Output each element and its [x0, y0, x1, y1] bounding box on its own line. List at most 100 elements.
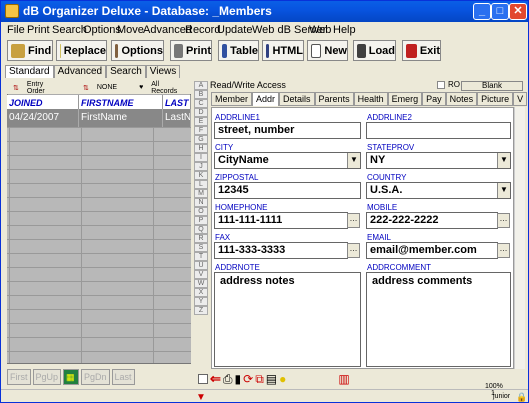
alpha-index-e[interactable]: E: [194, 117, 208, 126]
calendar-icon[interactable]: ▤: [266, 372, 277, 386]
more-button[interactable]: …: [347, 243, 360, 258]
fax-field[interactable]: 111-333-3333: [214, 242, 348, 259]
pgdn-button[interactable]: PgDn: [81, 369, 110, 385]
replace-button[interactable]: Replace: [56, 40, 107, 61]
menu-move[interactable]: Move: [117, 24, 144, 36]
sort-none[interactable]: ⇅ NONE: [77, 84, 123, 92]
mobile-field[interactable]: 222-222-2222: [366, 212, 498, 229]
tab-parents[interactable]: Parents: [314, 92, 354, 106]
chevron-down-icon[interactable]: ▼: [347, 153, 360, 168]
tab-addr[interactable]: Addr: [252, 92, 280, 106]
close-button[interactable]: ✕: [509, 3, 527, 20]
last-button[interactable]: Last: [111, 369, 135, 385]
minimize-button[interactable]: _: [473, 3, 491, 20]
select-checkbox[interactable]: [198, 374, 208, 384]
alpha-index-h[interactable]: H: [194, 144, 208, 153]
addrcomment-textarea[interactable]: address comments: [366, 272, 511, 367]
tab-notes[interactable]: Notes: [445, 92, 478, 106]
tab-health[interactable]: Health: [353, 92, 388, 106]
country-field[interactable]: U.S.A.: [366, 182, 511, 199]
alpha-index-y[interactable]: Y: [194, 297, 208, 306]
addrline1-field[interactable]: street, number: [214, 122, 361, 139]
alpha-index-m[interactable]: M: [194, 189, 208, 198]
form-scrollbar[interactable]: [514, 107, 525, 369]
alpha-index-j[interactable]: J: [194, 162, 208, 171]
alpha-index-k[interactable]: K: [194, 171, 208, 180]
tab-emerg[interactable]: Emerg: [387, 92, 423, 106]
state-field[interactable]: NY: [366, 152, 511, 169]
alpha-index-c[interactable]: C: [194, 99, 208, 108]
alpha-index-t[interactable]: T: [194, 252, 208, 261]
menu-help[interactable]: Help: [333, 24, 356, 36]
tab-v[interactable]: V: [513, 92, 528, 106]
alpha-index-p[interactable]: P: [194, 216, 208, 225]
report-icon[interactable]: ▥: [338, 372, 349, 386]
new-button[interactable]: New: [307, 40, 348, 61]
alpha-index-n[interactable]: N: [194, 198, 208, 207]
ro-checkbox[interactable]: [437, 81, 445, 89]
alpha-index-s[interactable]: S: [194, 243, 208, 252]
menu-update[interactable]: Update: [217, 24, 252, 36]
load-button[interactable]: Load: [353, 40, 396, 61]
menu-search[interactable]: Search: [52, 24, 87, 36]
chevron-down-icon[interactable]: ▼: [497, 183, 510, 198]
filter-all-records[interactable]: ♥ All Records: [133, 81, 191, 95]
tab-standard[interactable]: Standard: [5, 65, 54, 78]
alpha-index-r[interactable]: R: [194, 234, 208, 243]
menu-file[interactable]: File: [7, 24, 25, 36]
first-button[interactable]: First: [7, 369, 31, 385]
menu-record[interactable]: Record: [185, 24, 220, 36]
find-button[interactable]: Find: [7, 40, 53, 61]
pgup-button[interactable]: PgUp: [32, 369, 62, 385]
print-button[interactable]: Print: [170, 40, 212, 61]
alpha-index-i[interactable]: I: [194, 153, 208, 162]
alpha-index-x[interactable]: X: [194, 288, 208, 297]
lightbulb-icon[interactable]: ●: [279, 372, 286, 386]
menu-options[interactable]: Options: [83, 24, 121, 36]
more-button[interactable]: …: [497, 213, 510, 228]
alpha-index-d[interactable]: D: [194, 108, 208, 117]
copy-icon[interactable]: ⧉: [255, 372, 264, 387]
tab-member[interactable]: Member: [211, 92, 253, 106]
tab-advanced[interactable]: Advanced: [53, 65, 107, 78]
column-lastname[interactable]: LAST: [163, 95, 191, 109]
table-row[interactable]: 04/24/2007 FirstName LastN: [7, 109, 191, 127]
arrow-left-icon[interactable]: ⇐: [210, 371, 221, 387]
homephone-field[interactable]: 111-111-1111: [214, 212, 348, 229]
tab-views[interactable]: Views: [145, 65, 181, 78]
alpha-index-v[interactable]: V: [194, 270, 208, 279]
tab-search[interactable]: Search: [106, 65, 146, 78]
chevron-down-icon[interactable]: ▼: [497, 153, 510, 168]
maximize-button[interactable]: □: [491, 3, 509, 20]
options-button[interactable]: Options: [111, 40, 164, 61]
addrline2-field[interactable]: [366, 122, 511, 139]
tab-pay[interactable]: Pay: [422, 92, 446, 106]
alpha-index-g[interactable]: G: [194, 135, 208, 144]
tab-details[interactable]: Details: [279, 92, 315, 106]
alpha-index-u[interactable]: U: [194, 261, 208, 270]
trash-icon[interactable]: ▮: [235, 372, 242, 386]
exit-button[interactable]: Exit: [402, 40, 441, 61]
column-firstname[interactable]: FIRSTNAME: [79, 95, 163, 109]
city-field[interactable]: CityName: [214, 152, 361, 169]
more-button[interactable]: …: [347, 213, 360, 228]
alpha-index-w[interactable]: W: [194, 279, 208, 288]
alpha-index-f[interactable]: F: [194, 126, 208, 135]
more-button[interactable]: …: [497, 243, 510, 258]
alpha-index-l[interactable]: L: [194, 180, 208, 189]
menu-print[interactable]: Print: [27, 24, 50, 36]
html-button[interactable]: HTML: [262, 40, 304, 61]
printer-icon[interactable]: ⎙: [223, 372, 233, 387]
alpha-index-a[interactable]: A: [194, 81, 208, 90]
blank-button[interactable]: Blank: [461, 81, 523, 91]
column-joined[interactable]: JOINED: [7, 95, 79, 109]
addrnote-textarea[interactable]: address notes: [214, 272, 361, 367]
menu-web[interactable]: Web: [309, 24, 331, 36]
sort-entry-order[interactable]: ⇅ Entry Order: [7, 81, 67, 95]
table-button[interactable]: Table: [218, 40, 259, 61]
alpha-index-o[interactable]: O: [194, 207, 208, 216]
email-field[interactable]: email@member.com: [366, 242, 498, 259]
refresh-icon[interactable]: ⟳: [243, 372, 253, 386]
alpha-index-q[interactable]: Q: [194, 225, 208, 234]
alpha-index-b[interactable]: B: [194, 90, 208, 99]
